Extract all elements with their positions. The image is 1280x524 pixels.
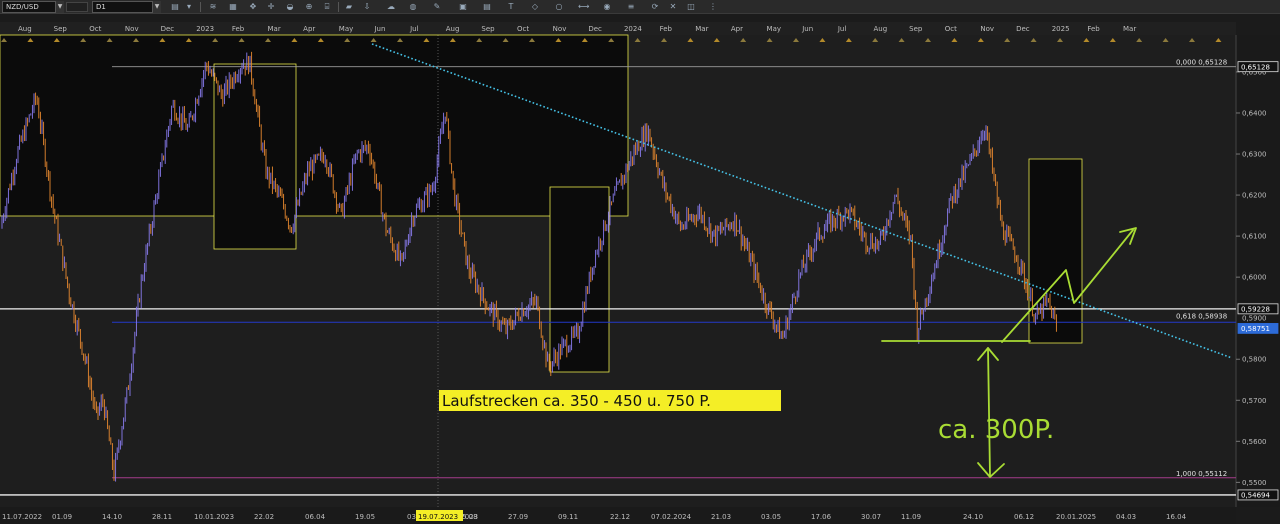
top-date-label: May xyxy=(339,25,353,33)
top-date-label: Jul xyxy=(409,25,419,33)
top-date-label: Dec xyxy=(1016,25,1030,33)
bottom-date-label: 03.05 xyxy=(761,513,781,521)
bottom-date-label: 5.08 xyxy=(462,513,478,521)
bottom-date-label: 22.12 xyxy=(610,513,630,521)
y-tick-label: 0,6100 xyxy=(1242,233,1267,241)
top-date-label: Mar xyxy=(1123,25,1136,33)
top-date-label: Feb xyxy=(660,25,673,33)
bottom-date-label: 20.01.2025 xyxy=(1056,513,1096,521)
price-badge-label: 0,58751 xyxy=(1241,325,1270,333)
fib-level-label: 0,618 0,58938 xyxy=(1176,313,1227,321)
bottom-date-label: 10.01.2023 xyxy=(194,513,234,521)
top-date-label: Oct xyxy=(89,25,101,33)
bottom-date-label: 27.09 xyxy=(508,513,528,521)
top-date-label: Mar xyxy=(268,25,281,33)
fib-level-label: 1,000 0,55112 xyxy=(1176,470,1227,478)
bottom-date-label: 24.10 xyxy=(963,513,983,521)
top-date-label: May xyxy=(767,25,781,33)
top-date-label: Aug xyxy=(873,25,887,33)
top-date-label: Feb xyxy=(232,25,245,33)
top-date-label: Sep xyxy=(54,25,68,33)
bottom-date-label: 30.07 xyxy=(861,513,881,521)
bottom-date-label: 07.02.2024 xyxy=(651,513,692,521)
top-date-label: Feb xyxy=(1087,25,1100,33)
top-date-label: Mar xyxy=(695,25,708,33)
top-date-label: Jun xyxy=(801,25,813,33)
handwritten-distance-label: ca. 300P. xyxy=(938,415,1054,445)
price-badge-label: 0,54694 xyxy=(1241,492,1270,500)
y-tick-label: 0,6300 xyxy=(1242,151,1267,159)
shaded-range-region xyxy=(0,35,628,216)
top-date-label: 2025 xyxy=(1052,25,1070,33)
price-chart[interactable]: Aug Sep Oct Nov Dec 2023 Feb Mar Apr May Jun Jul Aug… xyxy=(0,0,1280,524)
bottom-date-label: 14.10 xyxy=(102,513,122,521)
y-tick-label: 0,5500 xyxy=(1242,479,1267,487)
bottom-date-label: 11.07.2022 xyxy=(2,513,42,521)
top-date-label: Dec xyxy=(161,25,175,33)
bottom-date-label: 09.11 xyxy=(558,513,578,521)
bottom-date-label: 21.03 xyxy=(711,513,731,521)
top-date-label: Aug xyxy=(446,25,460,33)
bottom-date-label: 06.12 xyxy=(1014,513,1034,521)
top-date-label: Jul xyxy=(837,25,847,33)
highlighted-date-text: 19.07.2023 xyxy=(418,513,458,521)
price-tick-label: 0,5900 xyxy=(1242,315,1267,323)
yellow-label-text: Laufstrecken ca. 350 - 450 u. 750 P. xyxy=(442,392,711,410)
price-axis xyxy=(1236,35,1280,507)
price-badge-label: 0,65128 xyxy=(1241,63,1270,71)
price-badge-label: 0,59228 xyxy=(1241,305,1270,313)
top-date-label: Sep xyxy=(481,25,495,33)
bottom-date-label: 28.11 xyxy=(152,513,172,521)
top-date-label: Apr xyxy=(303,25,315,33)
bottom-date-label: 06.04 xyxy=(305,513,326,521)
top-date-label: Sep xyxy=(909,25,923,33)
top-date-axis xyxy=(0,22,1236,35)
bottom-date-label: 11.09 xyxy=(901,513,921,521)
bottom-date-label: 22.02 xyxy=(254,513,274,521)
bottom-date-label: 04.03 xyxy=(1116,513,1136,521)
y-tick-label: 0,6400 xyxy=(1242,109,1267,117)
bottom-date-label: 03 xyxy=(407,513,416,521)
bottom-date-label: 01.09 xyxy=(52,513,72,521)
top-date-label: Jun xyxy=(373,25,385,33)
bottom-date-label: 19.05 xyxy=(355,513,375,521)
top-date-label: 2024 xyxy=(624,25,642,33)
y-tick-label: 0,5600 xyxy=(1242,438,1267,446)
top-date-label: Oct xyxy=(517,25,529,33)
top-date-label: Nov xyxy=(125,25,139,33)
top-date-label: Aug xyxy=(18,25,32,33)
y-tick-label: 0,6200 xyxy=(1242,192,1267,200)
bottom-date-label: 17.06 xyxy=(811,513,832,521)
y-tick-label: 0,5700 xyxy=(1242,397,1267,405)
top-date-label: Nov xyxy=(553,25,567,33)
fib-level-label: 0,000 0,65128 xyxy=(1176,59,1227,67)
top-date-label: Nov xyxy=(980,25,994,33)
top-date-label: 2023 xyxy=(196,25,214,33)
top-date-label: Apr xyxy=(731,25,743,33)
bottom-date-label: 16.04 xyxy=(1166,513,1187,521)
top-date-label: Dec xyxy=(588,25,602,33)
top-date-label: Oct xyxy=(945,25,957,33)
y-tick-label: 0,6000 xyxy=(1242,274,1267,282)
y-tick-label: 0,5800 xyxy=(1242,356,1267,364)
